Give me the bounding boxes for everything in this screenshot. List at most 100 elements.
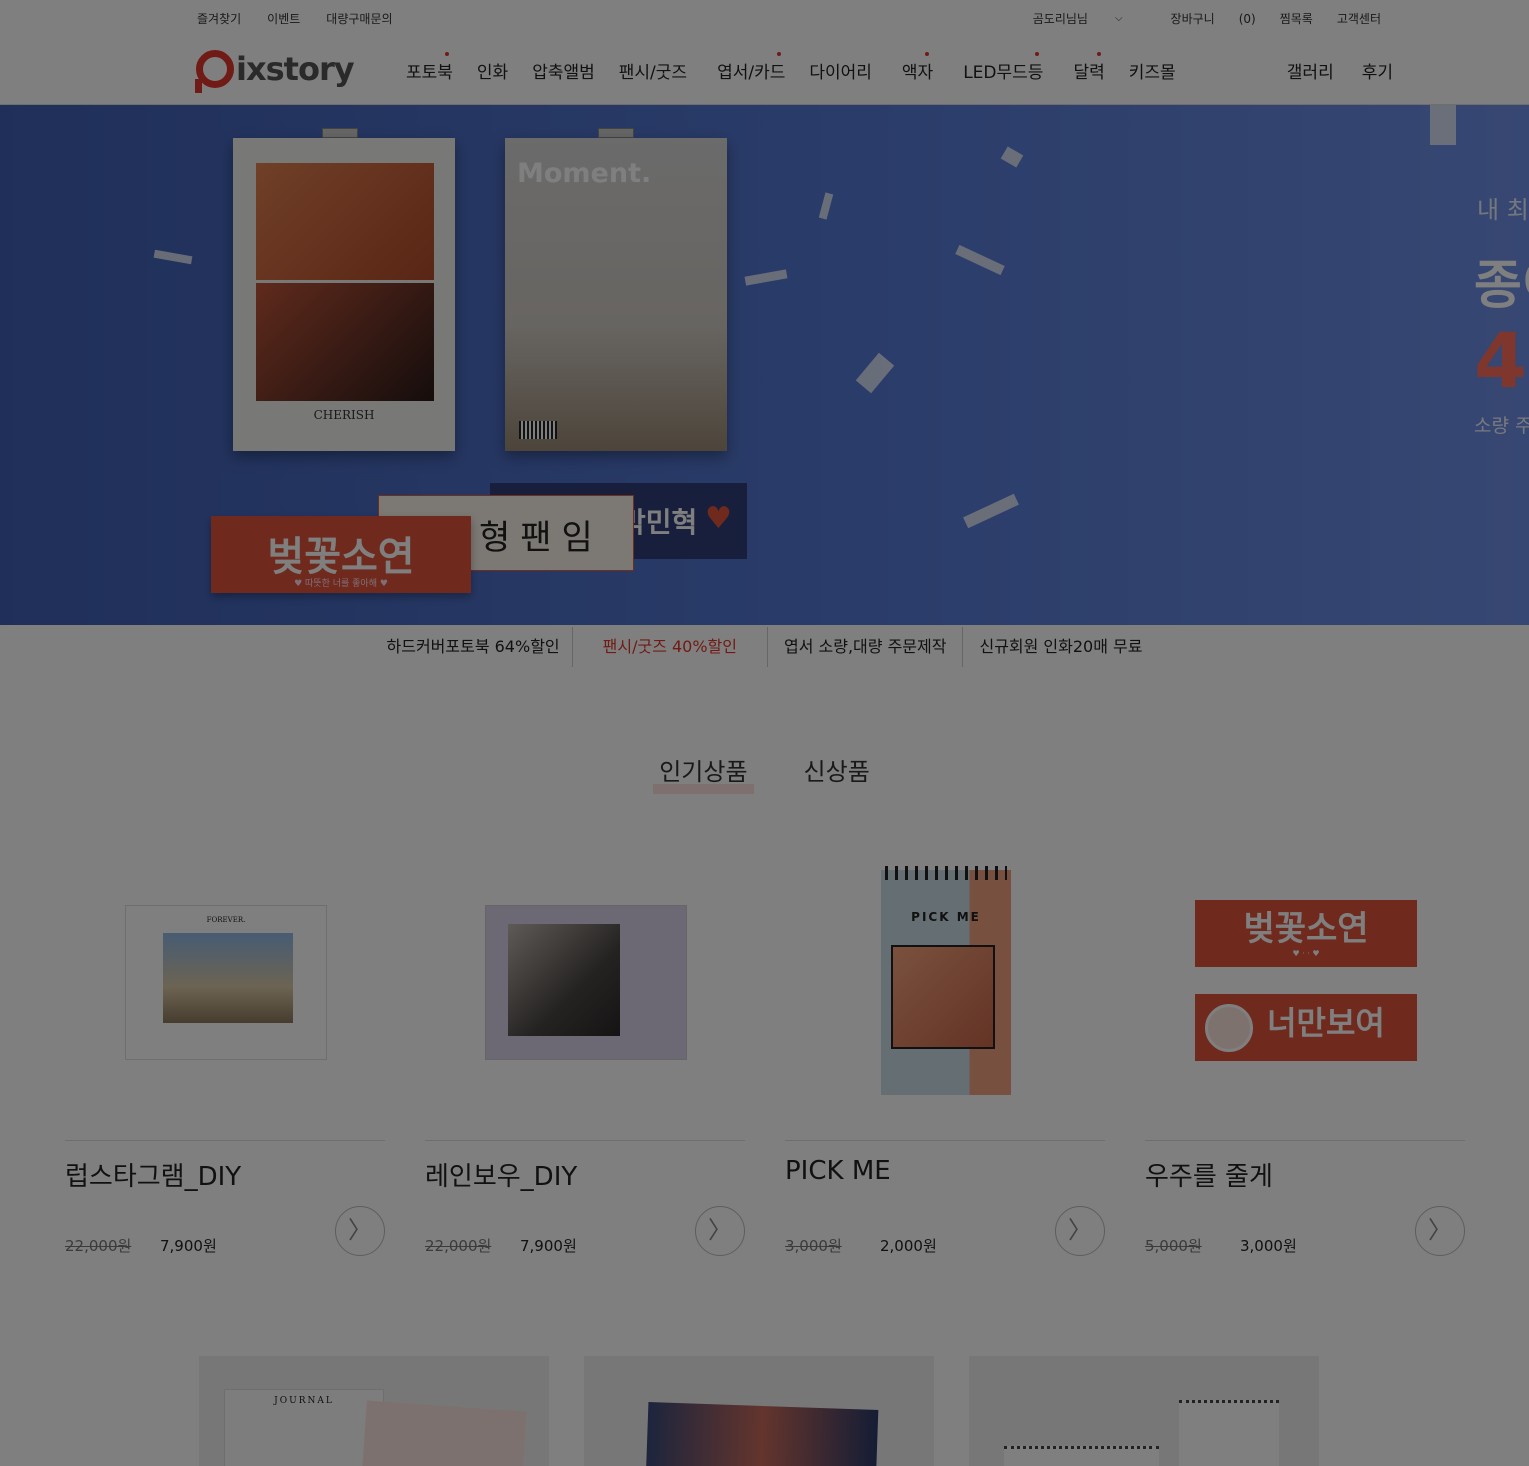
logo-mark-icon [195, 50, 234, 93]
confetti [963, 493, 1019, 529]
product-thumbnail[interactable] [425, 860, 745, 1100]
clip-icon [598, 128, 634, 138]
feature-card[interactable]: JOURNAL [199, 1356, 549, 1466]
hero-copy-line: 내 최 [1477, 196, 1529, 224]
product-tabs: 인기상품 신상품 [0, 752, 1529, 794]
hero-copy-line: 소량 주 [1474, 415, 1529, 437]
poster-moment: Moment. [505, 138, 727, 451]
product-name[interactable]: 레인보우_DIY [425, 1156, 577, 1193]
heart-icon: ♥ · · ♥ [1292, 949, 1320, 958]
nav-led[interactable]: LED무드등 [963, 52, 1043, 83]
poster-cherish: CHERISH [233, 138, 455, 451]
nav-compressed-album[interactable]: 압축앨범 [532, 58, 595, 83]
nav-print[interactable]: 인화 [477, 58, 508, 83]
frame-title: FOREVER. [206, 916, 246, 924]
product-image [485, 905, 687, 1060]
chevron-right-icon[interactable]: 〉 [335, 1206, 385, 1256]
promo-item-active[interactable]: 팬시/굿즈 40%할인 [571, 627, 767, 667]
frame-photo [508, 924, 620, 1036]
product-name[interactable]: 럽스타그램_DIY [65, 1156, 241, 1193]
product-old-price: 22,000원 [425, 1237, 492, 1255]
bulk-order-link[interactable]: 대량구매문의 [326, 10, 392, 27]
barcode-icon [519, 421, 557, 439]
poster-photo [256, 163, 434, 280]
cart-label: 장바구니 [1170, 12, 1215, 26]
product-thumbnail[interactable]: PICK ME [785, 860, 1105, 1100]
confetti [855, 352, 895, 394]
hero-banner[interactable]: CHERISH Moment. 박민혁 ♥ 형팬임 벚꽃소연 ♥ 따뜻한 너를 … [0, 105, 1529, 625]
product-price: 7,900원 [160, 1237, 217, 1255]
chevron-down-icon: ⌵ [1114, 13, 1123, 24]
journal-label: JOURNAL [274, 1396, 334, 1406]
slogan-banner: 벚꽃소연 ♥ 따뜻한 너를 좋아해 ♥ [211, 516, 471, 593]
chevron-right-icon[interactable]: 〉 [1415, 1206, 1465, 1256]
poster-photo [256, 283, 434, 401]
poster-title: Moment. [517, 158, 652, 189]
wishlist-link[interactable]: 찜목록 [1280, 10, 1313, 27]
desk-calendar [1004, 1446, 1159, 1466]
nav-postcard[interactable]: 엽서/카드 [717, 52, 785, 83]
feature-card[interactable] [584, 1356, 934, 1466]
product-price: 2,000원 [880, 1237, 937, 1255]
nav-gallery[interactable]: 갤러리 [1287, 58, 1334, 83]
divider [65, 1140, 385, 1141]
slogan-text: 벚꽃소연 [267, 534, 415, 580]
promo-item[interactable]: 엽서 소량,대량 주문제작 [767, 627, 962, 667]
main-header: ixstory 포토북 인화 압축앨범 팬시/굿즈 엽서/카드 다이어리 액자 … [0, 36, 1529, 105]
tab-popular[interactable]: 인기상품 [653, 752, 754, 794]
frame-photo [163, 933, 293, 1023]
promo-item[interactable]: 하드커버포토북 64%할인 [371, 627, 572, 667]
confetti [744, 269, 788, 286]
bookmark-link[interactable]: 즐겨찾기 [197, 10, 241, 27]
cover-text: PICK ME [911, 910, 981, 924]
product-thumbnail[interactable]: 벚꽃소연 ♥ · · ♥ 너만보여 [1145, 860, 1465, 1100]
nav-photobook[interactable]: 포토북 [406, 52, 453, 83]
cover-photo [891, 945, 995, 1049]
nav-frame[interactable]: 액자 [902, 52, 933, 83]
feature-card[interactable] [969, 1356, 1319, 1466]
nav-kids[interactable]: 키즈몰 [1129, 58, 1176, 83]
utility-links-right: 곰도리님님 ⌵ 장바구니 (0) 찜목록 고객센터 [985, 10, 1381, 27]
site-logo[interactable]: ixstory [195, 50, 355, 93]
event-link[interactable]: 이벤트 [267, 10, 300, 27]
heart-icon: ♥ [705, 501, 732, 536]
cart-link[interactable]: 장바구니 (0) [1147, 10, 1256, 27]
chevron-right-icon[interactable]: 〉 [695, 1206, 745, 1256]
tab-new[interactable]: 신상품 [804, 752, 870, 792]
nav-calendar[interactable]: 달력 [1073, 52, 1105, 83]
product-card[interactable]: FOREVER. 럽스타그램_DIY 22,000원 7,900원 〉 [65, 860, 385, 1256]
slogan-subtext: ♥ 따뜻한 너를 좋아해 ♥ [294, 579, 388, 589]
product-price: 7,900원 [520, 1237, 577, 1255]
nav-diary[interactable]: 다이어리 [809, 58, 872, 83]
slogan-text: 너만보여 [1267, 1004, 1385, 1042]
confetti [1000, 146, 1024, 168]
product-image: PICK ME [881, 866, 1011, 1095]
product-card[interactable]: 벚꽃소연 ♥ · · ♥ 너만보여 우주를 줄게 5,000원 3,000원 〉 [1145, 860, 1465, 1256]
divider [1145, 1140, 1465, 1141]
confetti [153, 249, 193, 265]
product-card[interactable]: PICK ME PICK ME 3,000원 2,000원 〉 [785, 860, 1105, 1256]
nav-review[interactable]: 후기 [1362, 58, 1393, 83]
hero-copy-line: 4 [1474, 316, 1527, 405]
product-image: 너만보여 [1195, 994, 1417, 1061]
product-name[interactable]: 우주를 줄게 [1145, 1156, 1273, 1193]
product-old-price: 5,000원 [1145, 1237, 1202, 1255]
product-image: FOREVER. [125, 905, 327, 1060]
chevron-right-icon[interactable]: 〉 [1055, 1206, 1105, 1256]
nav-fancy-goods[interactable]: 팬시/굿즈 [619, 58, 687, 83]
photo-prints [645, 1402, 879, 1466]
utility-bar: 즐겨찾기 이벤트 대량구매문의 곰도리님님 ⌵ 장바구니 (0) 찜목록 고객센터 [0, 0, 1529, 36]
support-link[interactable]: 고객센터 [1337, 10, 1381, 27]
user-name: 곰도리님님 [1032, 12, 1088, 26]
nav-right: 갤러리 후기 [1259, 58, 1393, 83]
product-name[interactable]: PICK ME [785, 1156, 891, 1186]
promo-item[interactable]: 신규회원 인화20매 무료 [962, 627, 1158, 667]
avatar [1205, 1004, 1253, 1052]
confetti [818, 192, 834, 220]
product-price: 3,000원 [1240, 1237, 1297, 1255]
confetti [1430, 105, 1456, 145]
user-menu[interactable]: 곰도리님님 ⌵ [1009, 10, 1123, 27]
product-card[interactable]: 레인보우_DIY 22,000원 7,900원 〉 [425, 860, 745, 1256]
product-thumbnail[interactable]: FOREVER. [65, 860, 385, 1100]
hero-copy: 내 최 종이 4 소량 주 [1474, 190, 1529, 438]
